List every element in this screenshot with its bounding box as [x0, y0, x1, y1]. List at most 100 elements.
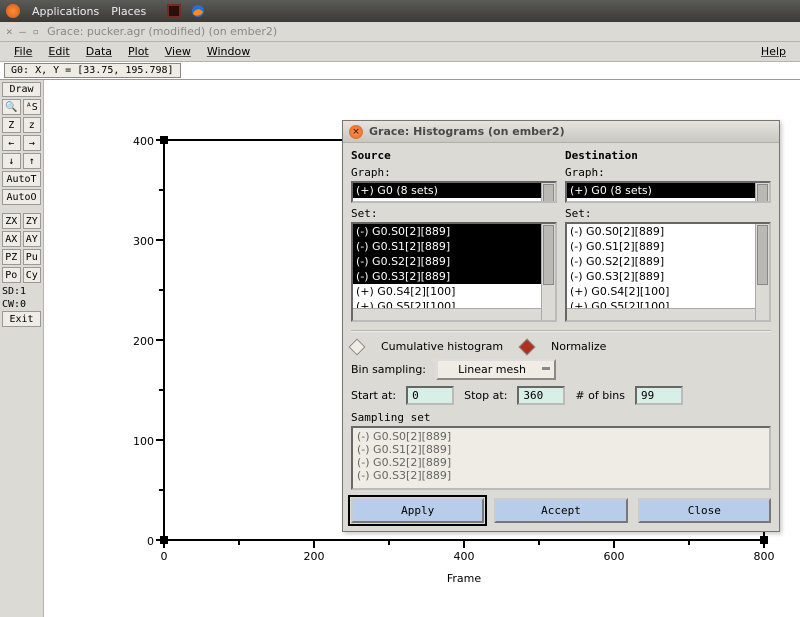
tool-down[interactable]: ↓ — [2, 153, 21, 169]
ubuntu-orb-icon[interactable] — [6, 4, 20, 18]
tool-zoom[interactable]: 🔍 — [2, 99, 21, 115]
ytick-3: 300 — [133, 235, 154, 248]
xtick-1: 200 — [304, 550, 325, 563]
dest-set-list[interactable]: (-) G0.S0[2][889](-) G0.S1[2][889](-) G0… — [565, 222, 771, 322]
source-graph-label: Graph: — [351, 166, 557, 179]
tool-po[interactable]: Po — [2, 267, 21, 283]
left-toolbar: Draw 🔍ᴬS Zz ←→ ↓↑ AutoT AutoO ZXZY AXAY … — [0, 80, 44, 617]
accept-button[interactable]: Accept — [494, 498, 627, 523]
list-item[interactable]: (+) G0 (8 sets) — [567, 183, 769, 198]
tool-pz[interactable]: PZ — [2, 249, 21, 265]
dest-set-label: Set: — [565, 207, 771, 220]
tool-cy[interactable]: Cy — [23, 267, 42, 283]
os-menu-places[interactable]: Places — [111, 5, 146, 18]
list-item[interactable]: (+) G0.S4[2][100] — [567, 284, 769, 299]
start-at-label: Start at: — [351, 389, 396, 402]
apply-button[interactable]: Apply — [351, 498, 484, 523]
bin-sampling-label: Bin sampling: — [351, 363, 426, 376]
tool-up[interactable]: ↑ — [23, 153, 42, 169]
menu-view[interactable]: View — [159, 43, 197, 60]
normalize-checkbox[interactable] — [519, 338, 536, 355]
os-menu-applications[interactable]: Applications — [32, 5, 99, 18]
ytick-4: 400 — [133, 135, 154, 148]
list-item: (-) G0.S2[2][889] — [357, 456, 765, 469]
list-item[interactable]: (-) G0.S0[2][889] — [353, 224, 555, 239]
ytick-1: 100 — [133, 435, 154, 448]
tool-zoom-out[interactable]: z — [23, 117, 42, 133]
dialog-title: Grace: Histograms (on ember2) — [369, 125, 565, 138]
tool-cw: CW:0 — [2, 298, 41, 311]
tool-autoT[interactable]: AutoT — [2, 171, 41, 187]
tool-zy[interactable]: ZY — [23, 213, 42, 229]
list-item[interactable]: (-) G0.S1[2][889] — [353, 239, 555, 254]
status-bar: G0: X, Y = [33.75, 195.798] — [0, 62, 800, 80]
os-tray — [166, 3, 206, 19]
tool-left[interactable]: ← — [2, 135, 21, 151]
list-item: (-) G0.S1[2][889] — [357, 443, 765, 456]
list-item[interactable]: (+) G0.S4[2][100] — [353, 284, 555, 299]
cumulative-label: Cumulative histogram — [381, 340, 503, 353]
xtick-3: 600 — [604, 550, 625, 563]
tool-autoO[interactable]: AutoO — [2, 189, 41, 205]
tool-sd: SD:1 — [2, 285, 41, 298]
list-item[interactable]: (-) G0.S2[2][889] — [353, 254, 555, 269]
source-set-list[interactable]: (-) G0.S0[2][889](-) G0.S1[2][889](-) G0… — [351, 222, 557, 322]
source-set-label: Set: — [351, 207, 557, 220]
tool-pu[interactable]: Pu — [23, 249, 42, 265]
xtick-0: 0 — [161, 550, 168, 563]
list-item[interactable]: (+) G0 (8 sets) — [353, 183, 555, 198]
window-title: Grace: pucker.agr (modified) (on ember2) — [47, 25, 277, 38]
dest-label: Destination — [565, 149, 771, 162]
tool-exit[interactable]: Exit — [2, 311, 41, 327]
list-item[interactable]: (-) G0.S3[2][889] — [353, 269, 555, 284]
dialog-titlebar[interactable]: × Grace: Histograms (on ember2) — [343, 121, 779, 143]
cumulative-checkbox[interactable] — [349, 338, 366, 355]
n-bins-label: # of bins — [575, 389, 625, 402]
list-item: (-) G0.S3[2][889] — [357, 469, 765, 482]
dest-graph-label: Graph: — [565, 166, 771, 179]
tool-draw-label: Draw — [2, 82, 41, 97]
cursor-coords: G0: X, Y = [33.75, 195.798] — [4, 63, 181, 78]
app-menubar: File Edit Data Plot View Window Help — [0, 42, 800, 62]
sampling-set-label: Sampling set — [351, 411, 771, 424]
ytick-2: 200 — [133, 335, 154, 348]
menu-data[interactable]: Data — [80, 43, 118, 60]
stop-at-label: Stop at: — [464, 389, 507, 402]
tool-ax[interactable]: AX — [2, 231, 21, 247]
dest-graph-list[interactable]: (+) G0 (8 sets) — [565, 181, 771, 203]
menu-file[interactable]: File — [8, 43, 38, 60]
x-axis-label: Frame — [447, 572, 482, 585]
menu-help[interactable]: Help — [755, 43, 792, 60]
window-controls[interactable]: × – ▫ — [6, 25, 39, 38]
list-item[interactable]: (-) G0.S1[2][889] — [567, 239, 769, 254]
tool-right[interactable]: → — [23, 135, 42, 151]
list-item[interactable]: (-) G0.S2[2][889] — [567, 254, 769, 269]
window-titlebar: × – ▫ Grace: pucker.agr (modified) (on e… — [0, 22, 800, 42]
close-button[interactable]: Close — [638, 498, 771, 523]
menu-edit[interactable]: Edit — [42, 43, 75, 60]
source-label: Source — [351, 149, 557, 162]
dialog-close-icon[interactable]: × — [349, 125, 363, 139]
source-graph-list[interactable]: (+) G0 (8 sets) — [351, 181, 557, 203]
tool-autoscale[interactable]: ᴬS — [23, 99, 42, 115]
menu-plot[interactable]: Plot — [122, 43, 155, 60]
terminal-icon[interactable] — [166, 3, 182, 19]
menu-window[interactable]: Window — [201, 43, 256, 60]
list-item[interactable]: (-) G0.S3[2][889] — [567, 269, 769, 284]
xtick-4: 800 — [754, 550, 775, 563]
sampling-set-list[interactable]: (-) G0.S0[2][889](-) G0.S1[2][889](-) G0… — [351, 426, 771, 490]
list-item[interactable]: (-) G0.S0[2][889] — [567, 224, 769, 239]
start-at-input[interactable] — [406, 386, 454, 405]
ytick-0: 0 — [147, 535, 154, 548]
bin-sampling-dropdown[interactable]: Linear mesh — [436, 359, 556, 380]
stop-at-input[interactable] — [517, 386, 565, 405]
tool-zx[interactable]: ZX — [2, 213, 21, 229]
firefox-icon[interactable] — [190, 3, 206, 19]
tool-zoom-in[interactable]: Z — [2, 117, 21, 133]
xtick-2: 400 — [454, 550, 475, 563]
normalize-label: Normalize — [551, 340, 606, 353]
list-item: (-) G0.S0[2][889] — [357, 430, 765, 443]
os-top-bar: Applications Places — [0, 0, 800, 22]
tool-ay[interactable]: AY — [23, 231, 42, 247]
n-bins-input[interactable] — [635, 386, 683, 405]
